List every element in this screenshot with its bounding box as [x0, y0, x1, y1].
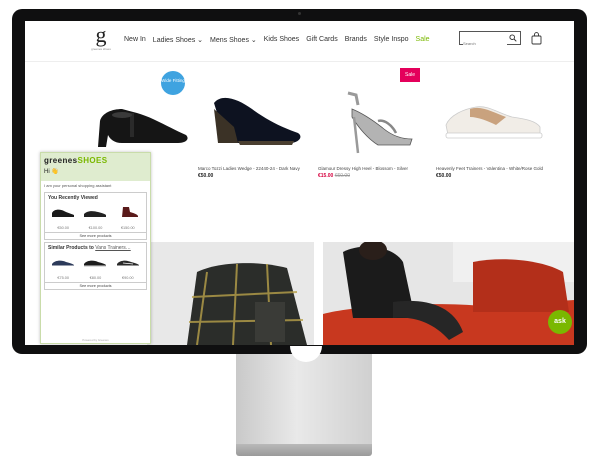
sale-price: €15.00	[318, 173, 334, 179]
similar-item-price: €75.00	[57, 276, 69, 280]
banner-image-plaid	[147, 242, 314, 345]
boot-thumbnail	[121, 207, 138, 217]
search-input[interactable]	[463, 38, 507, 49]
product-price: €15.00 €60.00	[318, 173, 434, 179]
shopping-assistant-panel: greenesSHOES Hi 👋 I am your personal sho…	[40, 152, 151, 344]
similar-products-section: Similar Products to Vans Trainers… €75.0…	[44, 242, 147, 290]
similar-products-title: Similar Products to Vans Trainers…	[48, 245, 131, 251]
product-image-trainer	[445, 106, 543, 139]
nav-brands[interactable]: Brands	[345, 36, 367, 44]
similar-item[interactable]: €75.00	[49, 255, 77, 280]
trainer-thumbnail	[116, 260, 139, 267]
product-name[interactable]: Heavenly Feet Trainers - Valentina - Whi…	[436, 166, 552, 172]
similar-item[interactable]: €80.00	[81, 255, 109, 280]
trainer-thumbnail	[84, 260, 107, 267]
nav-style-inspo[interactable]: Style Inspo	[374, 36, 409, 44]
product-card[interactable]: Heavenly Feet Trainers - Valentina - Whi…	[436, 69, 552, 179]
assistant-greeting: Hi 👋	[44, 169, 59, 175]
nav-gift-cards[interactable]: Gift Cards	[306, 36, 338, 44]
similar-products-link[interactable]: Vans Trainers…	[95, 245, 130, 251]
nav-kids-shoes[interactable]: Kids Shoes	[264, 36, 299, 44]
trainer-thumbnail	[52, 260, 75, 267]
camera-dot	[298, 12, 301, 15]
monitor-stand	[236, 354, 372, 444]
shopping-bag-icon[interactable]	[531, 32, 542, 45]
monitor-frame: g greenes shoes New In Ladies Shoes ⌄ Me…	[12, 9, 587, 354]
product-price: €50.00	[198, 173, 214, 179]
website-screen: g greenes shoes New In Ladies Shoes ⌄ Me…	[25, 21, 574, 345]
recently-viewed-row: €50.00 €100.00 €150.00	[45, 203, 146, 232]
similar-item-price: €80.00	[89, 276, 102, 280]
site-logo[interactable]: g greenes shoes	[87, 22, 115, 52]
banner-image-sofa	[323, 242, 574, 345]
similar-item-price: €90.00	[122, 276, 134, 280]
product-card[interactable]: Marco Tozzi Ladies Wedge - 22440-24 - Da…	[198, 69, 314, 179]
recent-item-price: €100.00	[88, 226, 103, 230]
product-image-silver-heel	[347, 91, 413, 154]
promo-banner-red-sofa[interactable]	[323, 242, 574, 345]
assistant-intro: I am your personal shopping assistant	[44, 183, 112, 188]
similar-item[interactable]: €90.00	[114, 255, 142, 280]
ask-chat-button[interactable]: ask	[548, 310, 572, 334]
logo-tagline: greenes shoes	[91, 47, 111, 51]
main-nav: New In Ladies Shoes ⌄ Mens Shoes ⌄ Kids …	[124, 36, 430, 44]
logo-letter: g	[95, 22, 107, 47]
shoe-thumbnail	[52, 209, 75, 217]
product-name[interactable]: Glamour Dressy High Heel - Blossom - Sil…	[318, 166, 434, 172]
site-header: g greenes shoes New In Ladies Shoes ⌄ Me…	[25, 21, 574, 62]
nav-mens-shoes[interactable]: Mens Shoes ⌄	[210, 36, 257, 44]
recently-viewed-title: You Recently Viewed	[48, 195, 98, 201]
nav-sale[interactable]: Sale	[416, 36, 430, 44]
see-more-products-button[interactable]: See more products	[45, 282, 146, 289]
product-name[interactable]: Marco Tozzi Ladies Wedge - 22440-24 - Da…	[198, 166, 314, 172]
recently-viewed-section: You Recently Viewed €50.00 €100.00 €150.…	[44, 192, 147, 240]
product-price: €50.00	[436, 173, 452, 179]
recent-item[interactable]: €150.00	[114, 205, 142, 230]
monitor-stand-base	[236, 444, 372, 456]
recent-item[interactable]: €50.00	[49, 205, 77, 230]
search-icon[interactable]	[509, 34, 517, 42]
product-card[interactable]: Glamour Dressy High Heel - Blossom - Sil…	[318, 69, 434, 179]
recent-item-price: €150.00	[120, 226, 135, 230]
nav-ladies-shoes[interactable]: Ladies Shoes ⌄	[153, 36, 203, 44]
assistant-brand: greenesSHOES	[44, 156, 108, 165]
nav-new-in[interactable]: New In	[124, 36, 146, 44]
promo-banner-plaid-coat[interactable]	[147, 242, 314, 345]
original-price: €60.00	[334, 173, 350, 179]
shoe-thumbnail	[84, 211, 107, 217]
similar-products-row: €75.00 €80.00 €90.00	[45, 253, 146, 282]
recent-item-price: €50.00	[57, 226, 69, 230]
recent-item[interactable]: €100.00	[81, 205, 109, 230]
search-box	[459, 31, 521, 49]
product-image-wedge-shoe	[214, 97, 301, 145]
assistant-header: greenesSHOES Hi 👋	[41, 153, 150, 181]
assistant-footer: Powered by Greenes	[82, 338, 109, 342]
see-more-products-button[interactable]: See more products	[45, 232, 146, 239]
product-image-mary-jane-shoe	[98, 109, 188, 147]
